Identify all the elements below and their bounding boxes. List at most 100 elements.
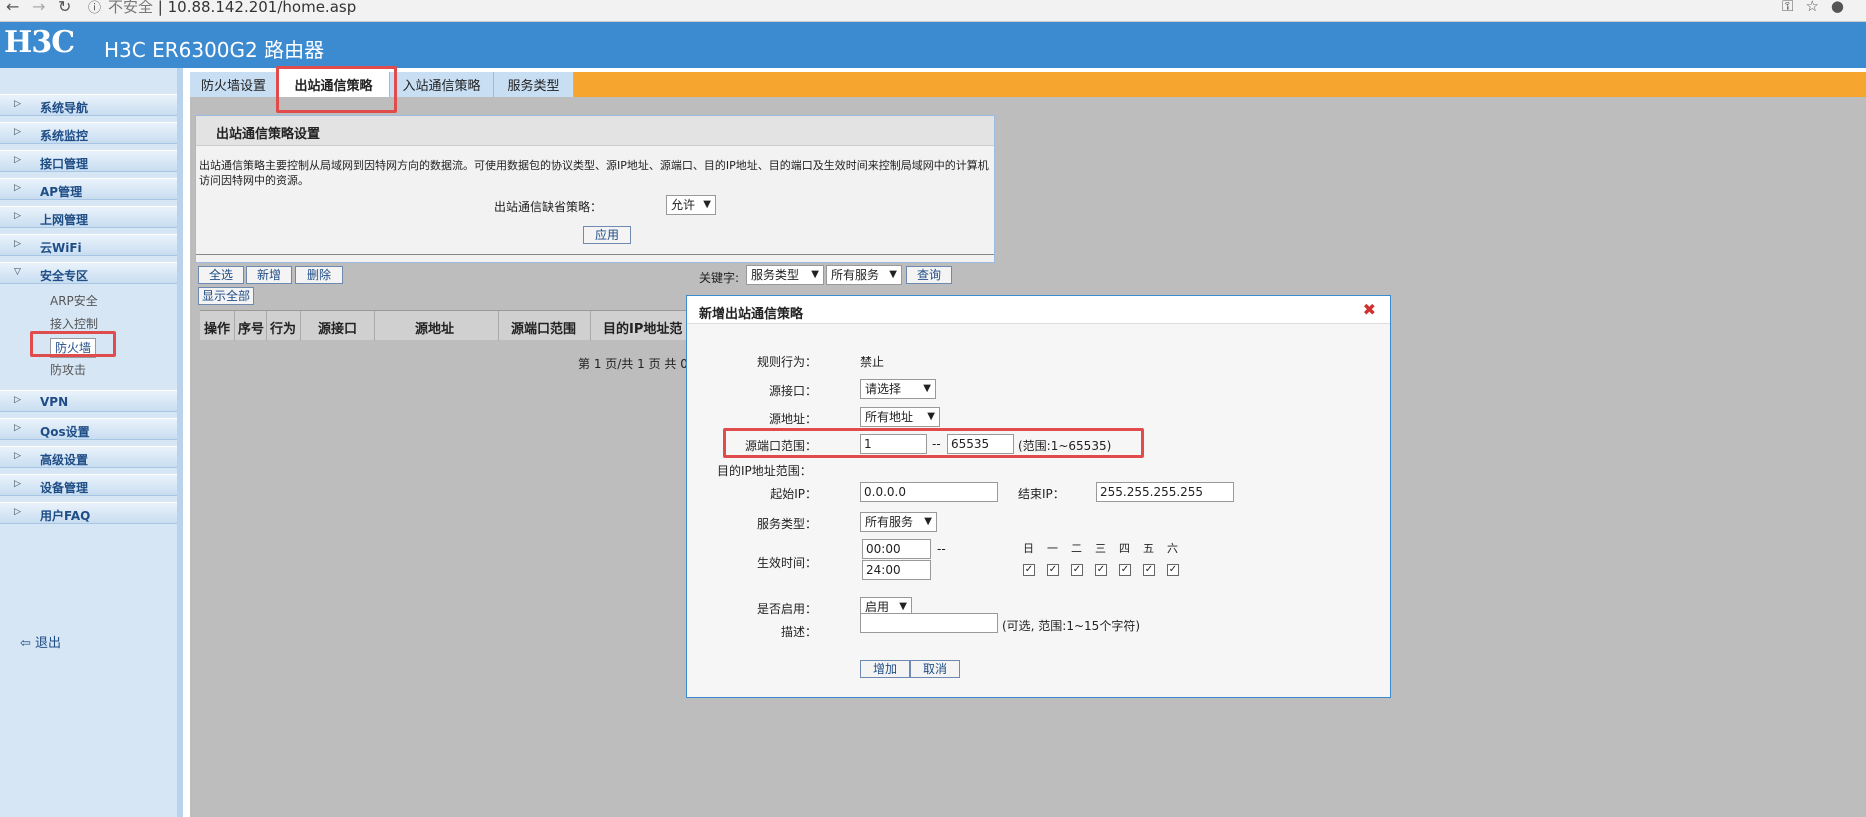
src-interface-label: 源接口： <box>768 384 817 398</box>
sidebar-item-cloud-wifi[interactable]: ▷ 云WiFi <box>0 234 177 256</box>
sidebar-item-system-nav[interactable]: ▷ 系统导航 <box>0 94 177 116</box>
sidebar-item-device[interactable]: ▷ 设备管理 <box>0 474 177 496</box>
keyword-value-select[interactable]: 所有服务 ▼ <box>826 265 902 285</box>
toolbar-icons[interactable]: ⚿☆● <box>1782 0 1856 15</box>
src-address-value: 所有地址 <box>865 410 914 424</box>
sidebar-sub-access[interactable]: 接入控制 <box>50 315 98 332</box>
cancel-button[interactable]: 取消 <box>910 660 960 678</box>
tab-outbound-policy[interactable]: 出站通信策略 <box>278 72 390 97</box>
keyword-type-value: 服务类型 <box>751 268 800 282</box>
day-checkbox-tue[interactable]: ✓ <box>1071 564 1083 576</box>
sidebar-item-faq[interactable]: ▷ 用户FAQ <box>0 502 177 524</box>
apply-button[interactable]: 应用 <box>583 226 631 244</box>
src-port-end-input[interactable]: 65535 <box>947 434 1014 454</box>
security-label: 不安全 <box>108 0 154 16</box>
day-checkbox-fri[interactable]: ✓ <box>1143 564 1155 576</box>
logout-icon: ⇦ <box>20 636 31 651</box>
col-header: 序号 <box>238 322 265 337</box>
chevron-down-icon: ▼ <box>703 199 711 210</box>
sidebar-item-vpn[interactable]: ▷ VPN <box>0 390 177 412</box>
start-ip-input[interactable]: 0.0.0.0 <box>860 482 998 502</box>
src-port-hint: (范围:1~65535) <box>1018 439 1112 453</box>
sidebar-sub-anti-attack[interactable]: 防攻击 <box>50 361 86 378</box>
url-text: 10.88.142.201/home.asp <box>167 0 357 16</box>
add-confirm-button[interactable]: 增加 <box>860 660 910 678</box>
tab-firewall-settings[interactable]: 防火墙设置 <box>190 72 278 97</box>
description-hint: (可选, 范围:1~15个字符) <box>1002 619 1140 633</box>
col-divider <box>498 311 499 341</box>
sidebar-item-label: 系统监控 <box>40 129 89 143</box>
add-button[interactable]: 新增 <box>246 266 292 284</box>
sidebar-item-label: VPN <box>40 395 69 409</box>
day-checkbox-sat[interactable]: ✓ <box>1167 564 1179 576</box>
sidebar-item-security[interactable]: ▽ 安全专区 <box>0 262 177 284</box>
sidebar-item-system-monitor[interactable]: ▷ 系统监控 <box>0 122 177 144</box>
default-policy-select[interactable]: 允许 ▼ <box>666 195 716 215</box>
src-port-start-input[interactable]: 1 <box>860 434 927 454</box>
dialog-title: 新增出站通信策略 <box>699 307 804 322</box>
description-input[interactable] <box>860 613 998 633</box>
outbound-settings-panel: 出站通信策略设置 出站通信策略主要控制从局域网到因特网方向的数据流。可使用数据包… <box>195 115 995 263</box>
day-checkbox-wed[interactable]: ✓ <box>1095 564 1107 576</box>
panel-divider <box>196 254 994 255</box>
logout-link[interactable]: ⇦ 退出 <box>20 632 61 651</box>
col-header: 源地址 <box>415 322 455 337</box>
close-icon[interactable]: ✖ <box>1363 300 1376 319</box>
expand-arrow-icon: ▷ <box>14 183 21 193</box>
reload-icon[interactable]: ↻ <box>58 0 71 16</box>
sidebar-item-qos[interactable]: ▷ Qos设置 <box>0 418 177 440</box>
src-interface-select[interactable]: 请选择 ▼ <box>860 379 936 399</box>
chevron-down-icon: ▼ <box>811 269 819 280</box>
day-checkbox-mon[interactable]: ✓ <box>1047 564 1059 576</box>
col-divider <box>374 311 375 341</box>
sidebar-sub-firewall[interactable]: 防火墙 <box>50 338 97 358</box>
expand-arrow-icon: ▷ <box>14 211 21 221</box>
tab-service-type[interactable]: 服务类型 <box>494 72 574 97</box>
col-header: 源端口范围 <box>511 322 577 337</box>
show-all-button[interactable]: 显示全部 <box>198 287 254 305</box>
select-all-button[interactable]: 全选 <box>198 266 244 284</box>
sidebar-sub-arp[interactable]: ARP安全 <box>50 292 98 309</box>
app-header: H3C H3C ER6300G2 路由器 <box>0 22 1866 68</box>
delete-button[interactable]: 删除 <box>295 266 343 284</box>
enable-value: 启用 <box>865 600 890 614</box>
keyword-value-value: 所有服务 <box>831 268 880 282</box>
keyword-type-select[interactable]: 服务类型 ▼ <box>746 265 824 285</box>
day-checkbox-sun[interactable]: ✓ <box>1023 564 1035 576</box>
day-label-fri: 五 <box>1143 542 1154 555</box>
expand-arrow-icon: ▷ <box>14 99 21 109</box>
sidebar-item-advanced[interactable]: ▷ 高级设置 <box>0 446 177 468</box>
table-header: 操作 序号 行为 源接口 源地址 源端口范围 目的IP地址范 <box>200 310 700 341</box>
sidebar-item-label: Qos设置 <box>40 425 90 439</box>
col-header: 行为 <box>270 322 297 337</box>
time-end-input[interactable]: 24:00 <box>862 560 931 580</box>
sidebar-item-ap[interactable]: ▷ AP管理 <box>0 178 177 200</box>
expand-arrow-icon: ▷ <box>14 239 21 249</box>
col-header: 目的IP地址范 <box>603 322 683 337</box>
src-address-label: 源地址： <box>768 412 817 426</box>
tab-inbound-policy[interactable]: 入站通信策略 <box>390 72 494 97</box>
time-start-input[interactable]: 00:00 <box>862 539 931 559</box>
h3c-logo: H3C <box>4 25 75 60</box>
sidebar-item-interface[interactable]: ▷ 接口管理 <box>0 150 177 172</box>
end-ip-label: 结束IP： <box>1018 487 1065 501</box>
address-bar[interactable]: 不安全 | 10.88.142.201/home.asp <box>108 0 356 17</box>
expand-arrow-icon: ▷ <box>14 127 21 137</box>
sidebar-item-label: 用户FAQ <box>40 509 91 523</box>
forward-icon[interactable]: → <box>32 0 45 16</box>
service-type-select[interactable]: 所有服务 ▼ <box>860 512 937 532</box>
sidebar-item-internet[interactable]: ▷ 上网管理 <box>0 206 177 228</box>
panel-header: 出站通信策略设置 <box>196 116 994 146</box>
src-address-select[interactable]: 所有地址 ▼ <box>860 407 940 427</box>
chevron-down-icon: ▼ <box>923 383 931 394</box>
day-checkbox-thu[interactable]: ✓ <box>1119 564 1131 576</box>
sidebar: ▷ 系统导航 ▷ 系统监控 ▷ 接口管理 ▷ AP管理 ▷ 上网管理 ▷ 云WiFi ▽ 安全… <box>0 68 183 817</box>
action-value: 禁止 <box>860 355 885 369</box>
day-label-tue: 二 <box>1071 542 1082 555</box>
query-button[interactable]: 查询 <box>906 266 952 284</box>
info-icon[interactable]: ⓘ <box>88 0 101 16</box>
back-icon[interactable]: ← <box>6 0 19 16</box>
end-ip-input[interactable]: 255.255.255.255 <box>1096 482 1234 502</box>
sidebar-item-label: 设备管理 <box>40 481 89 495</box>
add-outbound-policy-dialog: 新增出站通信策略 ✖ 规则行为： 禁止 源接口： 请选择 ▼ 源地址： 所有地址 ▼… <box>686 295 1391 698</box>
